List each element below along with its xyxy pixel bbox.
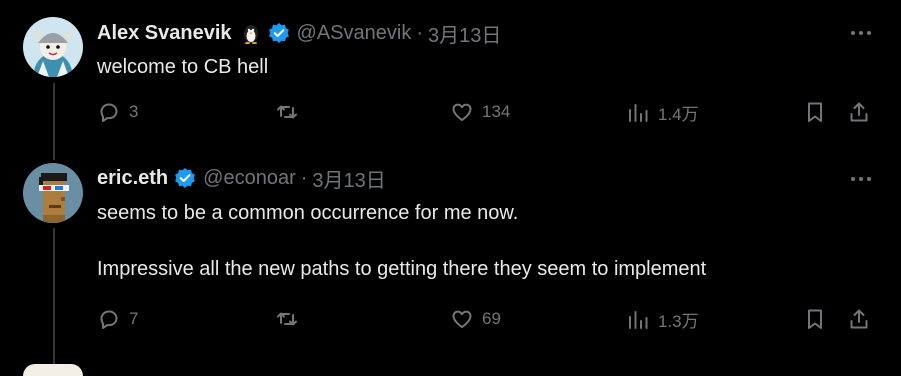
- tweet[interactable]: Alex Svanevik @ASvanevik · 3月13日 welcome…: [0, 0, 901, 145]
- avatar[interactable]: [23, 163, 83, 223]
- like-button[interactable]: 134: [450, 100, 510, 124]
- display-name[interactable]: eric.eth: [97, 167, 168, 190]
- tweet-header: Alex Svanevik @ASvanevik · 3月13日: [97, 19, 501, 48]
- tweet-text-line: seems to be a common occurrence for me n…: [97, 202, 519, 224]
- tweet-text: welcome to CB hell: [97, 53, 268, 81]
- views-chart-icon: [629, 310, 648, 329]
- like-button[interactable]: 69: [450, 307, 501, 331]
- retweet-icon: [277, 312, 297, 326]
- next-avatar-peek: [23, 364, 83, 376]
- more-options-icon[interactable]: [851, 31, 871, 35]
- views-button[interactable]: 1.4万: [626, 100, 699, 125]
- views-count: 1.3万: [658, 312, 699, 331]
- bookmark-icon: [808, 102, 822, 122]
- views-chart-icon: [629, 103, 648, 122]
- verified-badge-icon[interactable]: [268, 22, 290, 44]
- reply-button[interactable]: 7: [97, 307, 138, 331]
- reply-icon: [100, 103, 118, 122]
- retweet-button[interactable]: [275, 307, 307, 331]
- share-icon: [850, 309, 868, 329]
- reply-button[interactable]: 3: [97, 100, 138, 124]
- retweet-icon: [277, 105, 297, 119]
- tweet-actions: 3 134 1.4万: [0, 98, 901, 128]
- avatar[interactable]: [23, 17, 83, 77]
- tweet-text: seems to be a common occurrence for me n…: [97, 199, 706, 283]
- tweet-header: eric.eth @econoar · 3月13日: [97, 164, 386, 193]
- tweet-actions: 7 69 1.3万: [0, 305, 901, 335]
- user-handle[interactable]: @ASvanevik: [297, 22, 412, 45]
- tweet-text-line: Impressive all the new paths to getting …: [97, 258, 707, 280]
- share-icon: [850, 102, 868, 122]
- penguin-icon: [240, 22, 262, 44]
- share-button[interactable]: [847, 307, 871, 331]
- separator-dot: ·: [300, 166, 308, 189]
- retweet-button[interactable]: [275, 100, 307, 124]
- more-options-icon[interactable]: [851, 177, 871, 181]
- reply-count: 7: [129, 309, 139, 328]
- tweet[interactable]: eric.eth @econoar · 3月13日 seems to be a …: [0, 145, 901, 370]
- user-handle[interactable]: @econoar: [203, 167, 296, 190]
- reply-count: 3: [129, 102, 139, 121]
- like-count: 134: [482, 102, 511, 121]
- like-count: 69: [482, 309, 501, 328]
- tweet-text-line: welcome to CB hell: [97, 56, 269, 78]
- bookmark-button[interactable]: [803, 307, 827, 331]
- bookmark-button[interactable]: [803, 100, 827, 124]
- reply-icon: [100, 310, 118, 329]
- views-button[interactable]: 1.3万: [626, 307, 699, 332]
- tweet-date[interactable]: 3月13日: [312, 164, 385, 193]
- display-name[interactable]: Alex Svanevik: [97, 22, 232, 45]
- bookmark-icon: [808, 309, 822, 329]
- separator-dot: ·: [416, 21, 423, 44]
- share-button[interactable]: [847, 100, 871, 124]
- heart-icon: [452, 310, 472, 328]
- verified-badge-icon[interactable]: [174, 167, 196, 189]
- views-count: 1.4万: [658, 105, 699, 124]
- tweet-date[interactable]: 3月13日: [428, 19, 501, 48]
- heart-icon: [452, 103, 472, 121]
